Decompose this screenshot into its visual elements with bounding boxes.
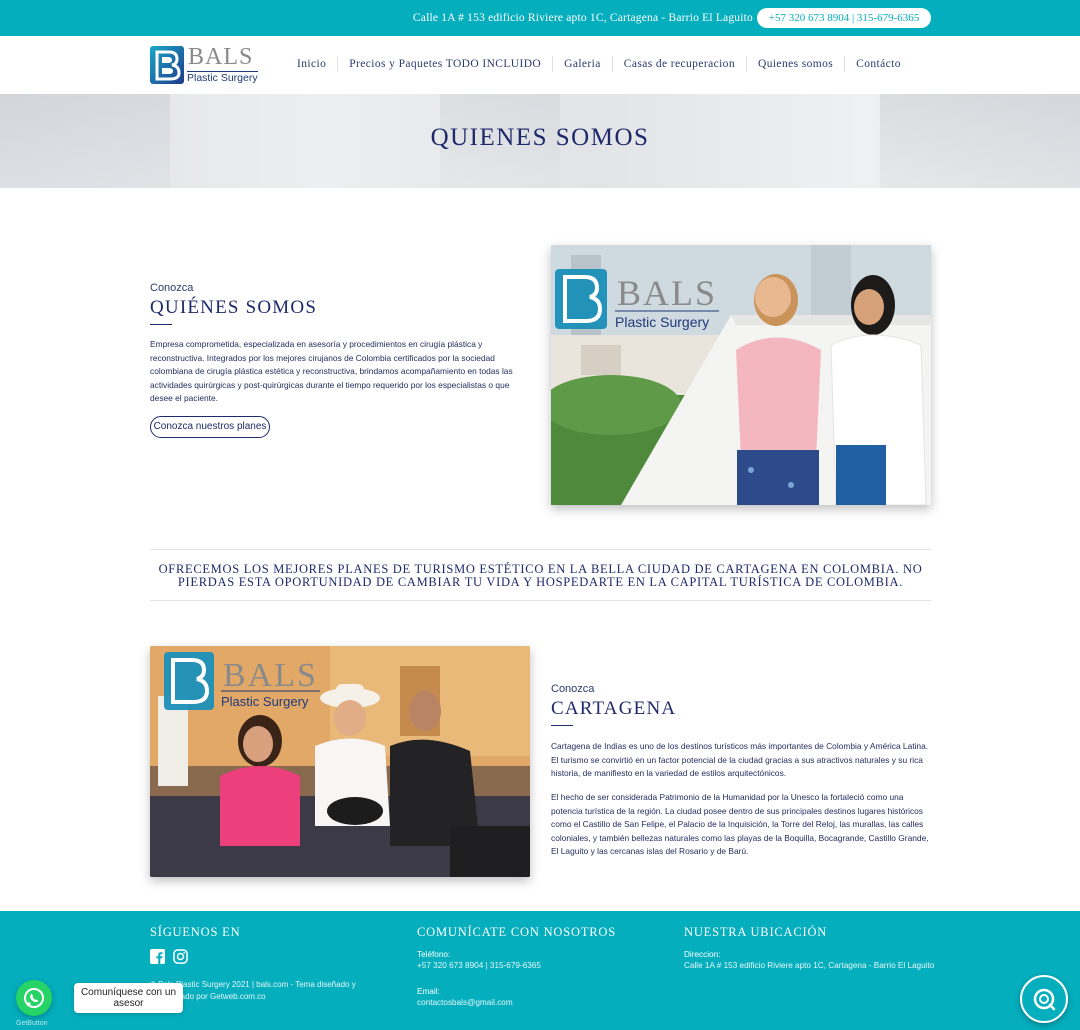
logo-name: BALS bbox=[188, 44, 254, 70]
footer-address-label: Direccion: bbox=[684, 950, 721, 959]
whatsapp-tooltip[interactable]: Comuníquese con un asesor bbox=[74, 983, 183, 1013]
cartagena-kicker: Conozca bbox=[551, 683, 595, 695]
cartagena-photo: BALS Plastic Surgery bbox=[150, 646, 530, 877]
footer-address: Calle 1A # 153 edificio Riviere apto 1C,… bbox=[684, 961, 935, 970]
getbutton-brand: GetButton bbox=[16, 1020, 48, 1027]
about-title: QUIÉNES SOMOS bbox=[150, 297, 318, 318]
cartagena-photo-illustration: BALS Plastic Surgery bbox=[150, 646, 530, 877]
bals-b-logo-icon bbox=[150, 46, 184, 84]
logo-tagline: Plastic Surgery bbox=[187, 71, 258, 84]
about-photo-illustration: BALS Plastic Surgery bbox=[551, 245, 931, 505]
footer-follow-title: SÍGUENOS EN bbox=[150, 925, 241, 939]
footer-phone-label: Teléfono: bbox=[417, 950, 451, 959]
footer-contact-title: COMUNÍCATE CON NOSOTROS bbox=[417, 925, 616, 939]
cartagena-paragraph-2: El hecho de ser considerada Patrimonio d… bbox=[551, 792, 929, 856]
about-photo-tagline: Plastic Surgery bbox=[615, 314, 709, 330]
chat-icon bbox=[1033, 988, 1056, 1011]
title-underline bbox=[150, 324, 172, 325]
instagram-icon[interactable] bbox=[173, 949, 188, 964]
nav-item-precios[interactable]: Precios y Paquetes TODO INCLUIDO bbox=[338, 56, 554, 72]
about-photo: BALS Plastic Surgery bbox=[551, 245, 931, 505]
whatsapp-button[interactable] bbox=[16, 980, 52, 1016]
main-nav: Inicio Precios y Paquetes TODO INCLUIDO … bbox=[286, 56, 912, 72]
page-title: QUIENES SOMOS bbox=[430, 124, 650, 151]
social-links bbox=[150, 949, 240, 964]
topbar-address: Calle 1A # 153 edificio Riviere apto 1C,… bbox=[412, 12, 753, 24]
about-kicker: Conozca bbox=[150, 282, 194, 294]
cartagena-photo-logo: BALS bbox=[223, 657, 318, 694]
nav-item-galeria[interactable]: Galeria bbox=[553, 56, 613, 72]
top-bar: Calle 1A # 153 edificio Riviere apto 1C,… bbox=[0, 0, 1080, 36]
chat-widget-button[interactable] bbox=[1020, 975, 1068, 1023]
footer-phone[interactable]: +57 320 673 8904 | 315-679-6365 bbox=[417, 961, 616, 970]
nav-item-inicio[interactable]: Inicio bbox=[286, 56, 339, 72]
footer-email[interactable]: contactosbals@gmail.com bbox=[417, 998, 616, 1007]
nav-item-casas[interactable]: Casas de recuperacion bbox=[613, 56, 747, 72]
footer-email-label: Email: bbox=[417, 987, 440, 996]
cartagena-paragraph-1: Cartagena de Indias es uno de los destin… bbox=[551, 741, 929, 778]
navbar: BALS Plastic Surgery Inicio Precios y Pa… bbox=[0, 36, 1080, 94]
footer-location: NUESTRA UBICACIÓN Direccion: Calle 1A # … bbox=[684, 925, 934, 970]
whatsapp-icon bbox=[24, 988, 44, 1008]
tourism-banner: OFRECEMOS LOS MEJORES PLANES DE TURISMO … bbox=[150, 549, 931, 601]
footer-location-title: NUESTRA UBICACIÓN bbox=[684, 925, 828, 939]
about-body: Empresa comprometida, especializada en a… bbox=[150, 339, 513, 403]
title-underline bbox=[551, 725, 573, 726]
page-hero: QUIENES SOMOS bbox=[0, 94, 1080, 188]
topbar-phone-button[interactable]: +57 320 673 8904 | 315-679-6365 bbox=[757, 8, 931, 28]
about-photo-logo: BALS bbox=[617, 273, 717, 313]
facebook-icon[interactable] bbox=[150, 949, 165, 964]
site-logo[interactable]: BALS Plastic Surgery bbox=[150, 44, 260, 85]
nav-item-contacto[interactable]: Contácto bbox=[845, 56, 912, 72]
nav-item-quienes[interactable]: Quienes somos bbox=[747, 56, 846, 72]
footer-follow: SÍGUENOS EN bbox=[150, 925, 240, 964]
footer-contact: COMUNÍCATE CON NOSOTROS Teléfono: +57 32… bbox=[417, 925, 616, 1007]
cartagena-photo-tagline: Plastic Surgery bbox=[221, 694, 309, 709]
planes-button[interactable]: Conozca nuestros planes bbox=[150, 416, 270, 438]
banner-text: OFRECEMOS LOS MEJORES PLANES DE TURISMO … bbox=[158, 562, 923, 589]
cartagena-title: CARTAGENA bbox=[551, 698, 677, 719]
